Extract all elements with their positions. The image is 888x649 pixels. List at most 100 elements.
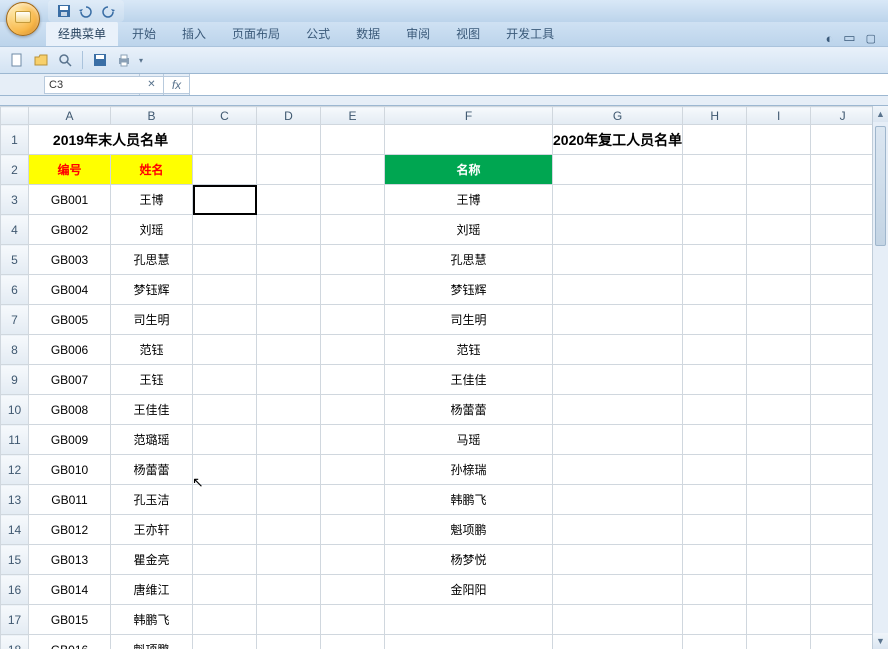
cell-C1[interactable] [193, 125, 257, 155]
col-header-C[interactable]: C [193, 107, 257, 125]
cell-A13[interactable]: GB011 [29, 485, 111, 515]
cell-A7[interactable]: GB005 [29, 305, 111, 335]
cell-B17[interactable]: 韩鹏飞 [111, 605, 193, 635]
cell-E2[interactable] [321, 155, 385, 185]
row-header[interactable]: 13 [1, 485, 29, 515]
cell-C15[interactable] [193, 545, 257, 575]
cell-J13[interactable] [811, 485, 875, 515]
undo-icon[interactable] [78, 3, 94, 19]
cell-F6[interactable]: 梦钰辉 [385, 275, 553, 305]
cell-A11[interactable]: GB009 [29, 425, 111, 455]
cell-I12[interactable] [747, 455, 811, 485]
cell-A3[interactable]: GB001 [29, 185, 111, 215]
cell-F13[interactable]: 韩鹏飞 [385, 485, 553, 515]
cell-H8[interactable] [683, 335, 747, 365]
cell-C10[interactable] [193, 395, 257, 425]
cell-I10[interactable] [747, 395, 811, 425]
cell-H16[interactable] [683, 575, 747, 605]
cell-D13[interactable] [257, 485, 321, 515]
save-icon-2[interactable] [91, 51, 109, 69]
cell-I14[interactable] [747, 515, 811, 545]
cell-B13[interactable]: 孔玉洁 [111, 485, 193, 515]
cell-H3[interactable] [683, 185, 747, 215]
cell-A9[interactable]: GB007 [29, 365, 111, 395]
cell-C9[interactable] [193, 365, 257, 395]
cell-H10[interactable] [683, 395, 747, 425]
cell-C8[interactable] [193, 335, 257, 365]
cell-A1[interactable]: 2019年末人员名单 [29, 125, 193, 155]
cell-F8[interactable]: 范钰 [385, 335, 553, 365]
row-header[interactable]: 9 [1, 365, 29, 395]
cell-D3[interactable] [257, 185, 321, 215]
cell-C12[interactable] [193, 455, 257, 485]
cell-C17[interactable] [193, 605, 257, 635]
cell-C16[interactable] [193, 575, 257, 605]
cell-I16[interactable] [747, 575, 811, 605]
cell-C7[interactable] [193, 305, 257, 335]
minimize-ribbon-icon[interactable]: ▭ [843, 30, 855, 46]
col-header-B[interactable]: B [111, 107, 193, 125]
cell-I7[interactable] [747, 305, 811, 335]
cell-E7[interactable] [321, 305, 385, 335]
cell-H7[interactable] [683, 305, 747, 335]
tab-view[interactable]: 视图 [444, 21, 492, 46]
cell-H17[interactable] [683, 605, 747, 635]
cell-B7[interactable]: 司生明 [111, 305, 193, 335]
cell-E11[interactable] [321, 425, 385, 455]
cell-C14[interactable] [193, 515, 257, 545]
cell-A8[interactable]: GB006 [29, 335, 111, 365]
redo-icon[interactable] [100, 3, 116, 19]
cell-E1[interactable] [321, 125, 385, 155]
cell-J10[interactable] [811, 395, 875, 425]
vertical-scrollbar[interactable]: ▲ ▼ [872, 106, 888, 649]
cell-E8[interactable] [321, 335, 385, 365]
cell-E17[interactable] [321, 605, 385, 635]
cell-G7[interactable] [553, 305, 683, 335]
cell-J2[interactable] [811, 155, 875, 185]
cell-B10[interactable]: 王佳佳 [111, 395, 193, 425]
formula-input[interactable] [190, 74, 888, 95]
cell-H11[interactable] [683, 425, 747, 455]
cell-H2[interactable] [683, 155, 747, 185]
cell-H5[interactable] [683, 245, 747, 275]
tab-data[interactable]: 数据 [344, 21, 392, 46]
cell-D4[interactable] [257, 215, 321, 245]
cell-B6[interactable]: 梦钰辉 [111, 275, 193, 305]
cell-B5[interactable]: 孔思慧 [111, 245, 193, 275]
cell-B11[interactable]: 范璐瑶 [111, 425, 193, 455]
cell-D17[interactable] [257, 605, 321, 635]
cell-E14[interactable] [321, 515, 385, 545]
row-header[interactable]: 15 [1, 545, 29, 575]
row-header[interactable]: 4 [1, 215, 29, 245]
cell-E9[interactable] [321, 365, 385, 395]
save-icon[interactable] [56, 3, 72, 19]
cell-I3[interactable] [747, 185, 811, 215]
cell-B9[interactable]: 王钰 [111, 365, 193, 395]
row-header[interactable]: 17 [1, 605, 29, 635]
tab-home[interactable]: 开始 [120, 21, 168, 46]
cell-G10[interactable] [553, 395, 683, 425]
col-header-E[interactable]: E [321, 107, 385, 125]
cell-G13[interactable] [553, 485, 683, 515]
col-header-G[interactable]: G [553, 107, 683, 125]
cell-J15[interactable] [811, 545, 875, 575]
cell-A5[interactable]: GB003 [29, 245, 111, 275]
cell-B15[interactable]: 瞿金亮 [111, 545, 193, 575]
cell-B14[interactable]: 王亦轩 [111, 515, 193, 545]
cell-I8[interactable] [747, 335, 811, 365]
cell-J4[interactable] [811, 215, 875, 245]
cell-E6[interactable] [321, 275, 385, 305]
cell-J17[interactable] [811, 605, 875, 635]
col-header-I[interactable]: I [747, 107, 811, 125]
cell-J12[interactable] [811, 455, 875, 485]
cell-G11[interactable] [553, 425, 683, 455]
cell-H14[interactable] [683, 515, 747, 545]
cell-F11[interactable]: 马瑶 [385, 425, 553, 455]
cell-G14[interactable] [553, 515, 683, 545]
row-header[interactable]: 7 [1, 305, 29, 335]
cell-G9[interactable] [553, 365, 683, 395]
cell-C3[interactable] [193, 185, 257, 215]
row-header[interactable]: 3 [1, 185, 29, 215]
cell-I15[interactable] [747, 545, 811, 575]
cell-D10[interactable] [257, 395, 321, 425]
